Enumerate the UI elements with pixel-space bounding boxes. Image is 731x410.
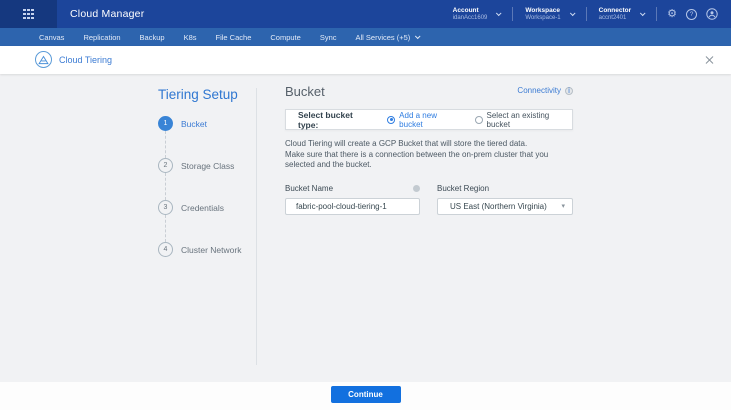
continue-button[interactable]: Continue <box>330 386 401 403</box>
step-number-badge: 3 <box>158 200 173 215</box>
wizard-title: Tiering Setup <box>158 87 238 102</box>
bucket-region-label: Bucket Region <box>437 184 490 193</box>
bucket-type-label: Select bucket type: <box>298 109 353 130</box>
step-number-badge: 1 <box>158 116 173 131</box>
nav-item-sync[interactable]: Sync <box>320 33 337 42</box>
bucket-name-field: Bucket Name <box>285 184 420 215</box>
divider <box>656 7 658 21</box>
radio-button-icon <box>387 115 396 124</box>
account-value: idanAcc1609 <box>452 14 488 21</box>
chevron-down-icon <box>640 10 646 17</box>
step-number-badge: 4 <box>158 242 173 257</box>
help-icon[interactable]: ? <box>686 8 697 20</box>
step-label: Storage Class <box>181 160 235 171</box>
divider <box>585 7 587 21</box>
nav-item-all-services[interactable]: All Services (+5) <box>356 33 421 42</box>
service-title-bar: Cloud Tiering <box>0 46 731 74</box>
apps-grid-button[interactable] <box>0 0 57 28</box>
close-icon[interactable] <box>704 55 714 65</box>
wizard-step-cluster-network[interactable]: 4 Cluster Network <box>158 242 241 257</box>
wizard-step-credentials[interactable]: 3 Credentials <box>158 200 241 215</box>
info-icon <box>413 185 420 192</box>
bucket-type-card: Select bucket type: Add a new bucket Sel… <box>285 109 573 130</box>
connector-value: accnt2401 <box>598 14 627 21</box>
top-header: Cloud Manager Account idanAcc1609 Worksp… <box>0 0 731 28</box>
info-icon: i <box>565 86 573 95</box>
divider <box>256 88 257 365</box>
page-title: Bucket <box>285 84 325 99</box>
wizard-step-storage-class[interactable]: 2 Storage Class <box>158 158 241 173</box>
bucket-name-input[interactable] <box>285 197 420 215</box>
step-label: Credentials <box>181 202 224 213</box>
settings-gear-icon[interactable]: ⚙ <box>667 8 677 20</box>
service-title: Cloud Tiering <box>59 55 113 65</box>
step-number-badge: 2 <box>158 158 173 173</box>
bucket-region-select[interactable]: US East (Northern Virginia) ▾ <box>437 197 573 215</box>
step-label: Cluster Network <box>181 244 242 255</box>
step-connector-line <box>165 215 166 242</box>
apps-grid-icon <box>23 8 34 20</box>
content-area: Tiering Setup 1 Bucket 2 Storage Class 3… <box>0 74 731 382</box>
connector-menu[interactable]: Connector accnt2401 <box>597 7 647 22</box>
chevron-down-icon <box>496 10 502 17</box>
nav-item-compute[interactable]: Compute <box>270 33 300 42</box>
bucket-name-label: Bucket Name <box>285 184 334 193</box>
main-panel: Bucket Connectivity i Select bucket type… <box>285 84 573 215</box>
chevron-down-icon <box>415 33 421 40</box>
footer-bar: Continue <box>0 382 731 410</box>
chevron-down-icon: ▾ <box>561 203 565 210</box>
account-label: Account <box>452 6 479 14</box>
workspace-label: Workspace <box>525 6 560 14</box>
chevron-down-icon <box>569 10 576 17</box>
wizard-sidebar: Tiering Setup 1 Bucket 2 Storage Class 3… <box>158 87 241 257</box>
step-label: Bucket <box>181 118 207 129</box>
header-right-group: Account idanAcc1609 Workspace Workspace-… <box>451 0 718 28</box>
user-account-icon[interactable] <box>706 8 718 20</box>
bucket-region-field: Bucket Region US East (Northern Virginia… <box>437 184 573 215</box>
workspace-menu[interactable]: Workspace Workspace-1 <box>523 6 576 22</box>
divider <box>512 7 514 21</box>
connector-label: Connector <box>598 6 632 14</box>
description-text: Cloud Tiering will create a GCP Bucket t… <box>285 139 549 169</box>
radio-select-existing-bucket[interactable]: Select an existing bucket <box>474 111 572 129</box>
nav-item-backup[interactable]: Backup <box>140 33 165 42</box>
nav-item-k8s[interactable]: K8s <box>184 33 197 42</box>
nav-item-replication[interactable]: Replication <box>83 33 120 42</box>
account-menu[interactable]: Account idanAcc1609 <box>451 7 503 22</box>
app-title: Cloud Manager <box>70 8 145 20</box>
wizard-step-bucket[interactable]: 1 Bucket <box>158 116 241 131</box>
radio-add-new-bucket[interactable]: Add a new bucket <box>387 111 460 129</box>
connectivity-link[interactable]: Connectivity i <box>517 86 573 95</box>
step-connector-line <box>165 173 166 200</box>
radio-button-icon <box>474 115 483 124</box>
workspace-value: Workspace-1 <box>525 14 561 21</box>
nav-item-canvas[interactable]: Canvas <box>39 33 64 42</box>
step-connector-line <box>165 131 166 158</box>
cloud-tiering-icon <box>35 51 52 68</box>
services-navbar: Canvas Replication Backup K8s File Cache… <box>0 28 731 46</box>
nav-item-file-cache[interactable]: File Cache <box>216 33 252 42</box>
